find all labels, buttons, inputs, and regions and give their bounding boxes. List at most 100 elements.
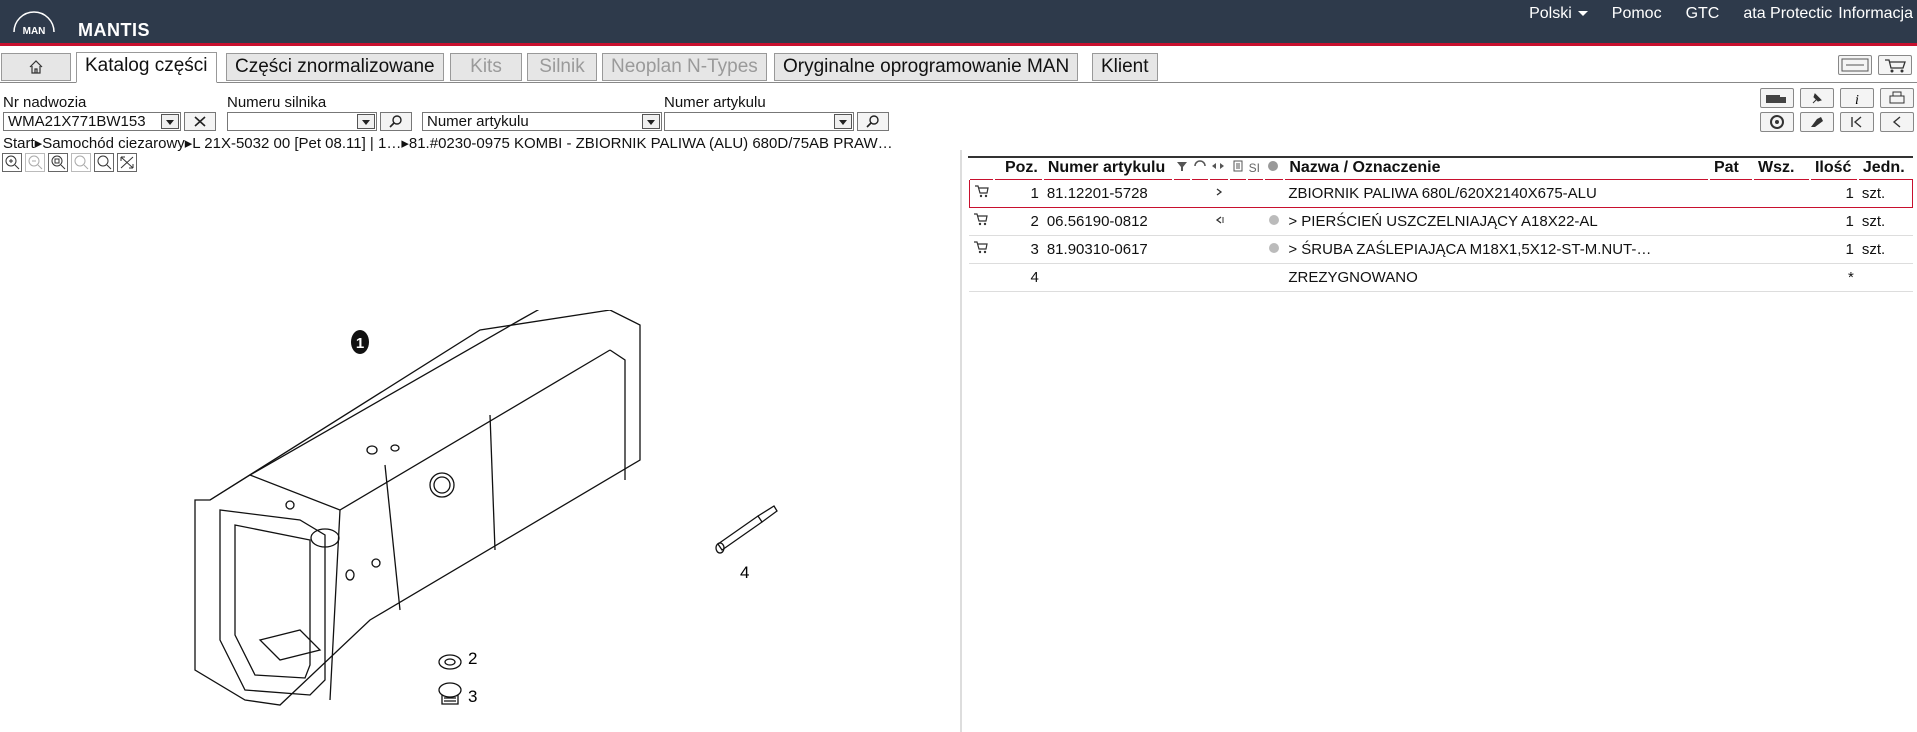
row-article-number[interactable]: 81.90310-0617 <box>1042 235 1173 264</box>
col-name[interactable]: Nazwa / Oznaczenie <box>1283 156 1709 179</box>
pin-button[interactable] <box>1800 88 1834 108</box>
info-button[interactable]: i <box>1840 88 1874 108</box>
tab-engine[interactable]: Silnik <box>527 53 597 81</box>
plug-screw-drawing <box>438 682 462 705</box>
cart-icon <box>1885 59 1906 73</box>
col-quantity[interactable]: Ilość <box>1808 156 1858 179</box>
back-button[interactable] <box>1880 112 1914 132</box>
col-si: SI <box>1245 156 1265 179</box>
printer-icon <box>1889 91 1905 104</box>
wheel-button[interactable] <box>1760 112 1794 132</box>
row-quantity: * <box>1809 263 1858 292</box>
cart-button[interactable] <box>1878 55 1912 75</box>
row-article-number[interactable]: 81.12201-5728 <box>1042 178 1173 208</box>
mantis-plus-button[interactable] <box>1838 55 1872 75</box>
clear-vin-button[interactable] <box>184 112 216 131</box>
tab-neoplan[interactable]: Neoplan N-Types <box>602 53 767 81</box>
col-position[interactable]: Poz. <box>992 156 1043 179</box>
settings-button[interactable] <box>1800 112 1834 132</box>
vin-label: Nr nadwozia <box>3 94 87 111</box>
add-to-cart-button[interactable] <box>969 235 994 264</box>
col-doc <box>1227 156 1247 179</box>
engine-combo[interactable] <box>227 112 377 131</box>
engine-search-button[interactable] <box>380 112 412 131</box>
row-position: 1 <box>993 178 1043 208</box>
col-replacement <box>1189 156 1209 179</box>
article-combo[interactable] <box>664 112 854 131</box>
clear-icon <box>194 116 206 127</box>
zoom-toolbar <box>2 153 137 172</box>
table-row[interactable]: 4 ZREZYGNOWANO * <box>969 263 1913 292</box>
pin-icon <box>1812 93 1822 104</box>
chevron-down-icon[interactable] <box>161 114 179 129</box>
tab-kits[interactable]: Kits <box>450 53 522 81</box>
row-position: 3 <box>993 235 1043 264</box>
language-select[interactable]: Polski <box>1517 4 1600 24</box>
cart-add-icon <box>974 213 988 226</box>
svg-text:MAN: MAN <box>23 26 46 37</box>
zoom-fit-button[interactable] <box>48 153 68 172</box>
home-icon <box>29 60 43 74</box>
part-image-icon[interactable] <box>1268 214 1280 226</box>
data-protection-link[interactable]: ata Protectic <box>1731 4 1838 24</box>
exploded-parts-drawing[interactable]: 1 2 3 4 <box>150 310 790 710</box>
information-link[interactable]: Informacja <box>1838 4 1917 24</box>
article-type-combo[interactable]: Numer artykulu <box>422 112 662 131</box>
callout-2-label[interactable]: 2 <box>468 649 477 668</box>
article-search-button[interactable] <box>857 112 889 131</box>
fullscreen-button[interactable] <box>117 153 137 172</box>
zoom-reset-button[interactable] <box>71 153 91 172</box>
breadcrumb[interactable]: Start▸Samochód ciezarowy▸L 21X-5032 00 [… <box>3 134 893 152</box>
table-row[interactable]: 3 81.90310-0617 > ŚRUBA ZAŚLEPIAJĄCA M18… <box>969 235 1913 264</box>
engine-label: Numeru silnika <box>227 94 327 111</box>
tab-customer[interactable]: Klient <box>1092 53 1158 81</box>
row-article-number[interactable]: 06.56190-0812 <box>1042 207 1173 236</box>
print-button[interactable] <box>1880 88 1914 108</box>
row-position: 4 <box>993 263 1043 292</box>
col-part-image <box>1263 156 1285 179</box>
gtc-link[interactable]: GTC <box>1674 4 1732 24</box>
seal-ring-drawing <box>438 654 462 670</box>
arrow-right-icon[interactable] <box>1213 186 1225 198</box>
zoom-reset-icon <box>74 155 89 170</box>
zoom-area-icon <box>97 155 112 170</box>
add-to-cart-button[interactable] <box>969 207 994 236</box>
col-article-number[interactable]: Numer artykulu <box>1041 156 1173 179</box>
table-row[interactable]: 2 06.56190-0812 > PIERŚCIEŃ USZCZELNIAJĄ… <box>969 207 1913 236</box>
tab-standard-parts[interactable]: Części znormalizowane <box>226 53 444 81</box>
tab-parts-catalog[interactable]: Katalog części <box>76 52 217 83</box>
fuel-tank-drawing <box>194 310 641 706</box>
vehicle-search-button[interactable] <box>1760 88 1794 108</box>
tab-man-software[interactable]: Oryginalne oprogramowanie MAN <box>774 53 1079 81</box>
article-type-value: Numer artykulu <box>427 113 529 130</box>
document-icon <box>1233 160 1243 172</box>
row-unit: szt. <box>1857 207 1913 236</box>
first-page-button[interactable] <box>1840 112 1874 132</box>
col-pat[interactable]: Pat <box>1707 156 1754 179</box>
col-unit[interactable]: Jedn. <box>1856 156 1913 179</box>
chevron-down-icon[interactable] <box>642 114 660 129</box>
chevron-down-icon[interactable] <box>834 114 852 129</box>
row-unit: szt. <box>1857 178 1913 208</box>
table-row[interactable]: 1 81.12201-5728 ZBIORNIK PALIWA 680L/620… <box>968 178 1913 208</box>
callout-1-label: 1 <box>356 335 364 352</box>
pane-splitter[interactable] <box>960 150 962 732</box>
top-nav: Polski Pomoc GTC ata Protectic Informacj… <box>1517 4 1917 24</box>
arrow-left-bar-icon[interactable] <box>1213 214 1225 226</box>
callout-3-label[interactable]: 3 <box>468 687 477 706</box>
callout-4-label[interactable]: 4 <box>740 563 749 582</box>
row-unit <box>1857 263 1913 292</box>
zoom-in-button[interactable] <box>2 153 22 172</box>
vin-combo[interactable]: WMA21X771BW153 <box>3 112 181 131</box>
help-link[interactable]: Pomoc <box>1600 4 1674 24</box>
table-header-row: Poz. Numer artykulu SI Nazwa / Oznaczeni… <box>968 156 1913 179</box>
tab-home[interactable] <box>1 53 71 81</box>
add-to-cart-button[interactable] <box>968 178 994 208</box>
col-wsz[interactable]: Wsz. <box>1752 156 1810 179</box>
chevron-down-icon[interactable] <box>357 114 375 129</box>
part-image-icon[interactable] <box>1268 242 1280 254</box>
row-position: 2 <box>993 207 1043 236</box>
cart-add-icon <box>974 185 989 198</box>
zoom-out-button[interactable] <box>25 153 45 172</box>
zoom-area-button[interactable] <box>94 153 114 172</box>
